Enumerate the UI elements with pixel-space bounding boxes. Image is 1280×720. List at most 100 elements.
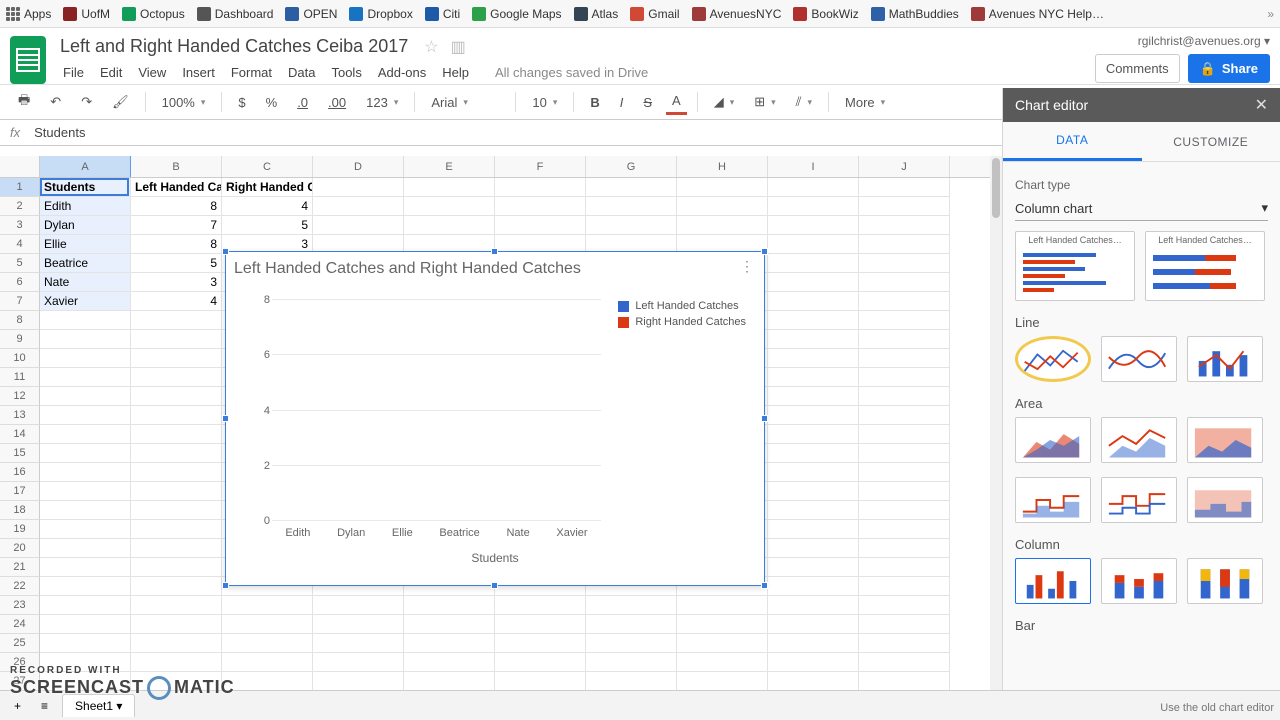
cell[interactable] bbox=[859, 444, 950, 463]
row-header[interactable]: 9 bbox=[0, 330, 40, 349]
cell[interactable] bbox=[586, 672, 677, 690]
menu-view[interactable]: View bbox=[131, 61, 173, 84]
cell[interactable]: 4 bbox=[222, 197, 313, 216]
row-header[interactable]: 13 bbox=[0, 406, 40, 425]
bookmark-dashboard[interactable]: Dashboard bbox=[197, 7, 274, 21]
cell[interactable] bbox=[131, 558, 222, 577]
row-header[interactable]: 18 bbox=[0, 501, 40, 520]
cell[interactable] bbox=[222, 653, 313, 672]
bold-button[interactable]: B bbox=[584, 91, 605, 114]
cell[interactable] bbox=[404, 596, 495, 615]
chart-type-area-thumb[interactable] bbox=[1015, 417, 1091, 463]
cell[interactable]: Dylan bbox=[40, 216, 131, 235]
cell[interactable] bbox=[768, 539, 859, 558]
cell[interactable] bbox=[859, 387, 950, 406]
apps-button[interactable]: Apps bbox=[6, 7, 51, 21]
cell[interactable] bbox=[40, 520, 131, 539]
spreadsheet-grid[interactable]: A B C D E F G H I J 12345678910111213141… bbox=[0, 156, 1002, 690]
row-header[interactable]: 11 bbox=[0, 368, 40, 387]
scrollbar-thumb[interactable] bbox=[992, 158, 1000, 218]
row-header[interactable]: 25 bbox=[0, 634, 40, 653]
cell[interactable] bbox=[131, 349, 222, 368]
cell[interactable] bbox=[495, 653, 586, 672]
menu-addons[interactable]: Add-ons bbox=[371, 61, 433, 84]
comments-button[interactable]: Comments bbox=[1095, 54, 1180, 83]
close-icon[interactable]: ✕ bbox=[1255, 95, 1268, 115]
row-header[interactable]: 24 bbox=[0, 615, 40, 634]
cell[interactable]: 3 bbox=[131, 273, 222, 292]
menu-insert[interactable]: Insert bbox=[175, 61, 222, 84]
cell[interactable] bbox=[40, 406, 131, 425]
cell[interactable] bbox=[222, 672, 313, 690]
cell[interactable] bbox=[313, 634, 404, 653]
resize-handle[interactable] bbox=[222, 248, 229, 255]
cell[interactable] bbox=[131, 577, 222, 596]
row-header[interactable]: 3 bbox=[0, 216, 40, 235]
cell[interactable] bbox=[768, 292, 859, 311]
cell[interactable] bbox=[768, 406, 859, 425]
number-format-dropdown[interactable]: 123 bbox=[360, 91, 404, 114]
cell[interactable] bbox=[859, 311, 950, 330]
cell[interactable] bbox=[768, 216, 859, 235]
cell[interactable] bbox=[40, 634, 131, 653]
format-currency-button[interactable]: $ bbox=[232, 91, 251, 114]
cell[interactable]: Right Handed Catches bbox=[222, 178, 313, 197]
row-header[interactable]: 10 bbox=[0, 349, 40, 368]
cell[interactable]: Xavier bbox=[40, 292, 131, 311]
cell[interactable] bbox=[768, 197, 859, 216]
cell[interactable] bbox=[404, 615, 495, 634]
cell[interactable] bbox=[40, 425, 131, 444]
row-header[interactable]: 1 bbox=[0, 178, 40, 197]
row-header[interactable]: 20 bbox=[0, 539, 40, 558]
row-header[interactable]: 6 bbox=[0, 273, 40, 292]
bookmark-uofm[interactable]: UofM bbox=[63, 7, 110, 21]
cell[interactable] bbox=[313, 615, 404, 634]
chart-type-steparea-100-thumb[interactable] bbox=[1187, 477, 1263, 523]
row-header[interactable]: 22 bbox=[0, 577, 40, 596]
chart-type-dropdown[interactable]: Column chart▾ bbox=[1015, 196, 1268, 221]
column-header[interactable]: A bbox=[40, 156, 131, 177]
cell[interactable] bbox=[768, 653, 859, 672]
cell[interactable] bbox=[859, 349, 950, 368]
increase-decimal-button[interactable]: .00 bbox=[322, 91, 352, 114]
cell[interactable] bbox=[768, 672, 859, 690]
cell[interactable] bbox=[131, 501, 222, 520]
cell[interactable] bbox=[859, 463, 950, 482]
cell[interactable] bbox=[40, 596, 131, 615]
cell[interactable] bbox=[313, 596, 404, 615]
cell[interactable] bbox=[859, 558, 950, 577]
cell[interactable] bbox=[586, 596, 677, 615]
menu-data[interactable]: Data bbox=[281, 61, 322, 84]
cell[interactable] bbox=[859, 368, 950, 387]
cell[interactable] bbox=[768, 368, 859, 387]
cell[interactable] bbox=[404, 653, 495, 672]
cell[interactable]: Nate bbox=[40, 273, 131, 292]
cell[interactable] bbox=[404, 634, 495, 653]
cell[interactable]: Beatrice bbox=[40, 254, 131, 273]
zoom-dropdown[interactable]: 100% bbox=[156, 91, 212, 114]
cell[interactable] bbox=[131, 311, 222, 330]
cell[interactable] bbox=[768, 254, 859, 273]
resize-handle[interactable] bbox=[761, 415, 768, 422]
cell[interactable] bbox=[586, 615, 677, 634]
cell[interactable] bbox=[768, 482, 859, 501]
cell[interactable]: 5 bbox=[222, 216, 313, 235]
print-button[interactable]: 🖶 bbox=[12, 87, 36, 117]
bookmark-citi[interactable]: Citi bbox=[425, 7, 460, 21]
cell[interactable] bbox=[677, 653, 768, 672]
cell[interactable] bbox=[131, 482, 222, 501]
cell[interactable] bbox=[222, 596, 313, 615]
row-header[interactable]: 5 bbox=[0, 254, 40, 273]
cell[interactable]: 8 bbox=[131, 197, 222, 216]
cell[interactable] bbox=[586, 197, 677, 216]
row-header[interactable]: 12 bbox=[0, 387, 40, 406]
cell[interactable] bbox=[768, 444, 859, 463]
cell[interactable] bbox=[40, 444, 131, 463]
cell[interactable] bbox=[495, 178, 586, 197]
cell[interactable] bbox=[859, 634, 950, 653]
cell[interactable] bbox=[40, 387, 131, 406]
chart-type-combo-thumb[interactable] bbox=[1187, 336, 1263, 382]
format-percent-button[interactable]: % bbox=[260, 91, 284, 114]
cell[interactable] bbox=[40, 558, 131, 577]
column-header[interactable]: E bbox=[404, 156, 495, 177]
